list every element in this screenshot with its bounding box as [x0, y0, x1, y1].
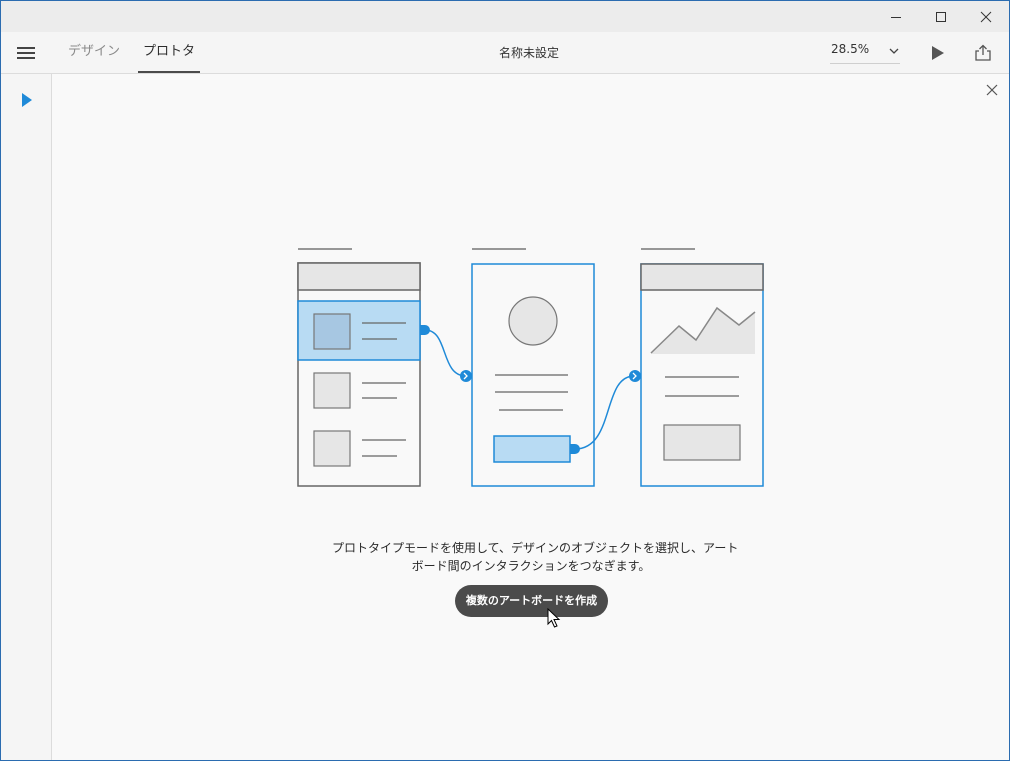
select-arrow-icon [22, 93, 32, 107]
onboarding-message-line-2: ボード間のインタラクションをつなぎます。 [411, 559, 651, 573]
mouse-cursor-icon [547, 608, 561, 628]
create-multiple-artboards-button[interactable]: 複数のアートボードを作成 [455, 585, 608, 617]
maximize-button[interactable] [918, 1, 964, 32]
select-tool-button[interactable] [15, 88, 39, 112]
prototype-illustration [297, 248, 764, 487]
active-tab-indicator [138, 71, 200, 73]
zoom-value: 28.5% [831, 42, 870, 56]
tab-prototype[interactable]: プロトタイプ [138, 32, 200, 99]
onboarding-message: プロトタイプモードを使用して、デザインのオブジェクトを選択し、アート ボード間の… [332, 539, 739, 575]
share-icon [975, 44, 991, 61]
artboard-illustration-1 [297, 248, 421, 487]
chevron-down-icon [889, 48, 899, 54]
tab-design-label: デザイン [67, 44, 120, 59]
close-icon [980, 11, 992, 22]
document-title[interactable]: 名称未設定 [461, 32, 597, 73]
menu-button[interactable] [14, 42, 38, 64]
artboard-illustration-3 [640, 248, 764, 487]
tool-rail [1, 74, 52, 760]
minimize-icon [891, 16, 901, 18]
preview-play-button[interactable] [926, 41, 950, 65]
play-icon [932, 46, 944, 60]
zoom-dropdown[interactable]: 28.5% [830, 38, 900, 64]
title-bar [1, 1, 1009, 32]
canvas-area: プロトタイプモードを使用して、デザインのオブジェクトを選択し、アート ボード間の… [52, 74, 1009, 760]
share-button[interactable] [971, 41, 995, 65]
app-toolbar: デザイン プロトタイプ 名称未設定 28.5% [1, 32, 1009, 99]
onboarding-message-line-1: プロトタイプモードを使用して、デザインのオブジェクトを選択し、アート [332, 541, 739, 555]
menu-icon [17, 47, 35, 59]
close-window-button[interactable] [963, 1, 1009, 32]
tab-design[interactable]: デザイン [67, 32, 121, 73]
app-window: デザイン プロトタイプ 名称未設定 28.5% [0, 0, 1010, 761]
connector-1 [420, 325, 472, 382]
minimize-button[interactable] [873, 1, 919, 32]
maximize-icon [936, 11, 946, 22]
